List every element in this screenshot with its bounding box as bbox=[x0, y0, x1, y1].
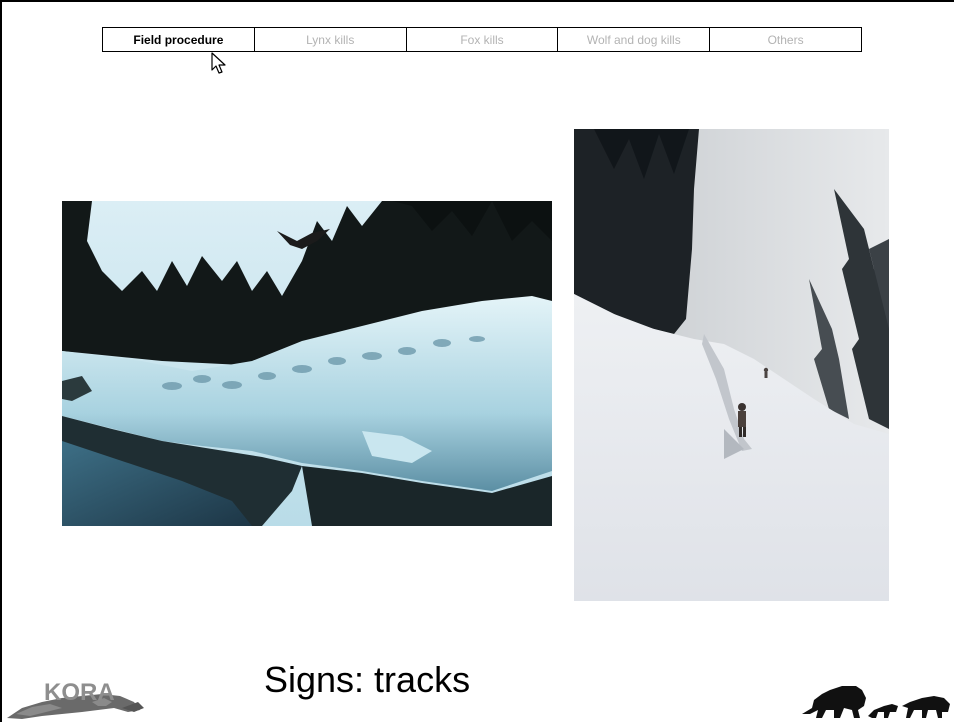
tab-lynx-kills[interactable]: Lynx kills bbox=[255, 28, 407, 51]
kora-logo: KORA bbox=[7, 679, 144, 719]
tab-field-procedure[interactable]: Field procedure bbox=[103, 28, 255, 51]
person-figure bbox=[738, 403, 746, 437]
section-nav: Field procedure Lynx kills Fox kills Wol… bbox=[102, 27, 862, 52]
tab-others[interactable]: Others bbox=[710, 28, 861, 51]
slide-title: Signs: tracks bbox=[264, 659, 471, 700]
snow-tracks-photo bbox=[62, 201, 552, 526]
tab-wolf-and-dog-kills[interactable]: Wolf and dog kills bbox=[558, 28, 711, 51]
arrow-cursor-icon bbox=[211, 52, 226, 74]
kora-logo-text: KORA bbox=[44, 679, 115, 706]
tab-fox-kills[interactable]: Fox kills bbox=[407, 28, 559, 51]
snow-forest-person-photo bbox=[574, 129, 889, 601]
animal-silhouettes-logo bbox=[802, 686, 950, 718]
